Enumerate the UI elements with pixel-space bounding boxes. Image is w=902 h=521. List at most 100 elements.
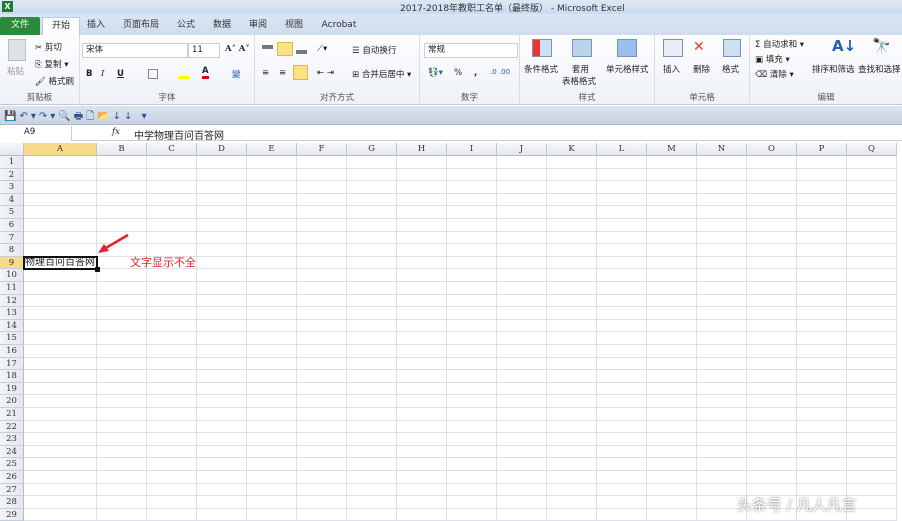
cell-H19[interactable]	[397, 382, 447, 396]
cell-A22[interactable]	[24, 420, 97, 434]
column-header-H[interactable]: H	[397, 143, 447, 156]
cell-H25[interactable]	[397, 458, 447, 471]
cell-J27[interactable]	[497, 483, 547, 497]
cell-K1[interactable]	[547, 156, 597, 169]
cell-J20[interactable]	[497, 395, 547, 408]
cell-E19[interactable]	[247, 382, 297, 396]
cell-Q1[interactable]	[847, 156, 897, 169]
cell-B21[interactable]	[97, 408, 147, 421]
cell-Q21[interactable]	[847, 408, 897, 421]
cell-F26[interactable]	[297, 471, 347, 484]
cell-Q15[interactable]	[847, 332, 897, 345]
row-header-13[interactable]: 13	[0, 307, 24, 320]
cell-A1[interactable]	[24, 156, 97, 169]
cell-P20[interactable]	[797, 395, 847, 408]
cell-B5[interactable]	[97, 206, 147, 219]
cell-B27[interactable]	[97, 483, 147, 497]
cell-E21[interactable]	[247, 408, 297, 421]
row-header-3[interactable]: 3	[0, 181, 24, 194]
tab-8[interactable]: Acrobat	[314, 17, 364, 35]
cell-Q5[interactable]	[847, 206, 897, 219]
cell-G23[interactable]	[347, 433, 397, 446]
currency-icon[interactable]: 💱▾	[428, 68, 443, 78]
cell-J21[interactable]	[497, 408, 547, 421]
cell-B28[interactable]	[97, 496, 147, 509]
cell-A16[interactable]	[24, 345, 97, 358]
cell-F4[interactable]	[297, 193, 347, 207]
cell-G22[interactable]	[347, 420, 397, 434]
cell-D15[interactable]	[197, 332, 247, 345]
cell-L6[interactable]	[597, 219, 647, 232]
cell-P23[interactable]	[797, 433, 847, 446]
cell-N20[interactable]	[697, 395, 747, 408]
cell-H23[interactable]	[397, 433, 447, 446]
cell-Q11[interactable]	[847, 282, 897, 295]
cell-M5[interactable]	[647, 206, 697, 219]
cell-H4[interactable]	[397, 193, 447, 207]
cell-F11[interactable]	[297, 282, 347, 295]
cell-C5[interactable]	[147, 206, 197, 219]
wrap-text-button[interactable]: ☰ 自动换行	[352, 44, 396, 56]
column-header-I[interactable]: I	[447, 143, 497, 156]
cell-E20[interactable]	[247, 395, 297, 408]
cell-D8[interactable]	[197, 244, 247, 257]
cell-E11[interactable]	[247, 282, 297, 295]
cell-Q2[interactable]	[847, 168, 897, 182]
cell-N19[interactable]	[697, 382, 747, 396]
cell-J11[interactable]	[497, 282, 547, 295]
cell-L22[interactable]	[597, 420, 647, 434]
comma-button[interactable]: ,	[474, 68, 477, 78]
cell-J24[interactable]	[497, 445, 547, 459]
cell-P10[interactable]	[797, 269, 847, 282]
cell-M15[interactable]	[647, 332, 697, 345]
tab-6[interactable]: 审阅	[240, 17, 276, 35]
cell-L28[interactable]	[597, 496, 647, 509]
cell-G9[interactable]	[347, 256, 397, 270]
cell-H17[interactable]	[397, 357, 447, 371]
cell-K19[interactable]	[547, 382, 597, 396]
active-cell-a9[interactable]: 物理百问百答网	[23, 255, 98, 271]
cell-P18[interactable]	[797, 370, 847, 383]
cell-A20[interactable]	[24, 395, 97, 408]
cell-C15[interactable]	[147, 332, 197, 345]
cell-M14[interactable]	[647, 319, 697, 333]
font-size-select[interactable]: 11	[188, 43, 220, 58]
cell-J8[interactable]	[497, 244, 547, 257]
cell-I4[interactable]	[447, 193, 497, 207]
cell-O10[interactable]	[747, 269, 797, 282]
format-button[interactable]: 格式	[722, 63, 739, 75]
cell-D7[interactable]	[197, 231, 247, 245]
cell-B23[interactable]	[97, 433, 147, 446]
cell-D1[interactable]	[197, 156, 247, 169]
cell-I20[interactable]	[447, 395, 497, 408]
cell-I13[interactable]	[447, 307, 497, 320]
cell-P2[interactable]	[797, 168, 847, 182]
align-middle-icon[interactable]	[277, 42, 293, 56]
cell-H5[interactable]	[397, 206, 447, 219]
cell-C27[interactable]	[147, 483, 197, 497]
cell-I7[interactable]	[447, 231, 497, 245]
align-right-icon[interactable]	[293, 65, 308, 80]
cell-H12[interactable]	[397, 294, 447, 308]
column-header-E[interactable]: E	[247, 143, 297, 156]
cell-F17[interactable]	[297, 357, 347, 371]
cell-F6[interactable]	[297, 219, 347, 232]
cell-F2[interactable]	[297, 168, 347, 182]
cell-P1[interactable]	[797, 156, 847, 169]
row-header-26[interactable]: 26	[0, 471, 24, 484]
cell-A18[interactable]	[24, 370, 97, 383]
cell-O4[interactable]	[747, 193, 797, 207]
row-header-23[interactable]: 23	[0, 433, 24, 446]
cell-C23[interactable]	[147, 433, 197, 446]
cell-A7[interactable]	[24, 231, 97, 245]
cell-K16[interactable]	[547, 345, 597, 358]
cell-M13[interactable]	[647, 307, 697, 320]
cell-Q13[interactable]	[847, 307, 897, 320]
font-name-select[interactable]: 宋体	[82, 43, 188, 58]
cell-O8[interactable]	[747, 244, 797, 257]
cell-N8[interactable]	[697, 244, 747, 257]
cell-D6[interactable]	[197, 219, 247, 232]
cell-B12[interactable]	[97, 294, 147, 308]
tab-1[interactable]: 开始	[42, 17, 80, 35]
cell-D22[interactable]	[197, 420, 247, 434]
